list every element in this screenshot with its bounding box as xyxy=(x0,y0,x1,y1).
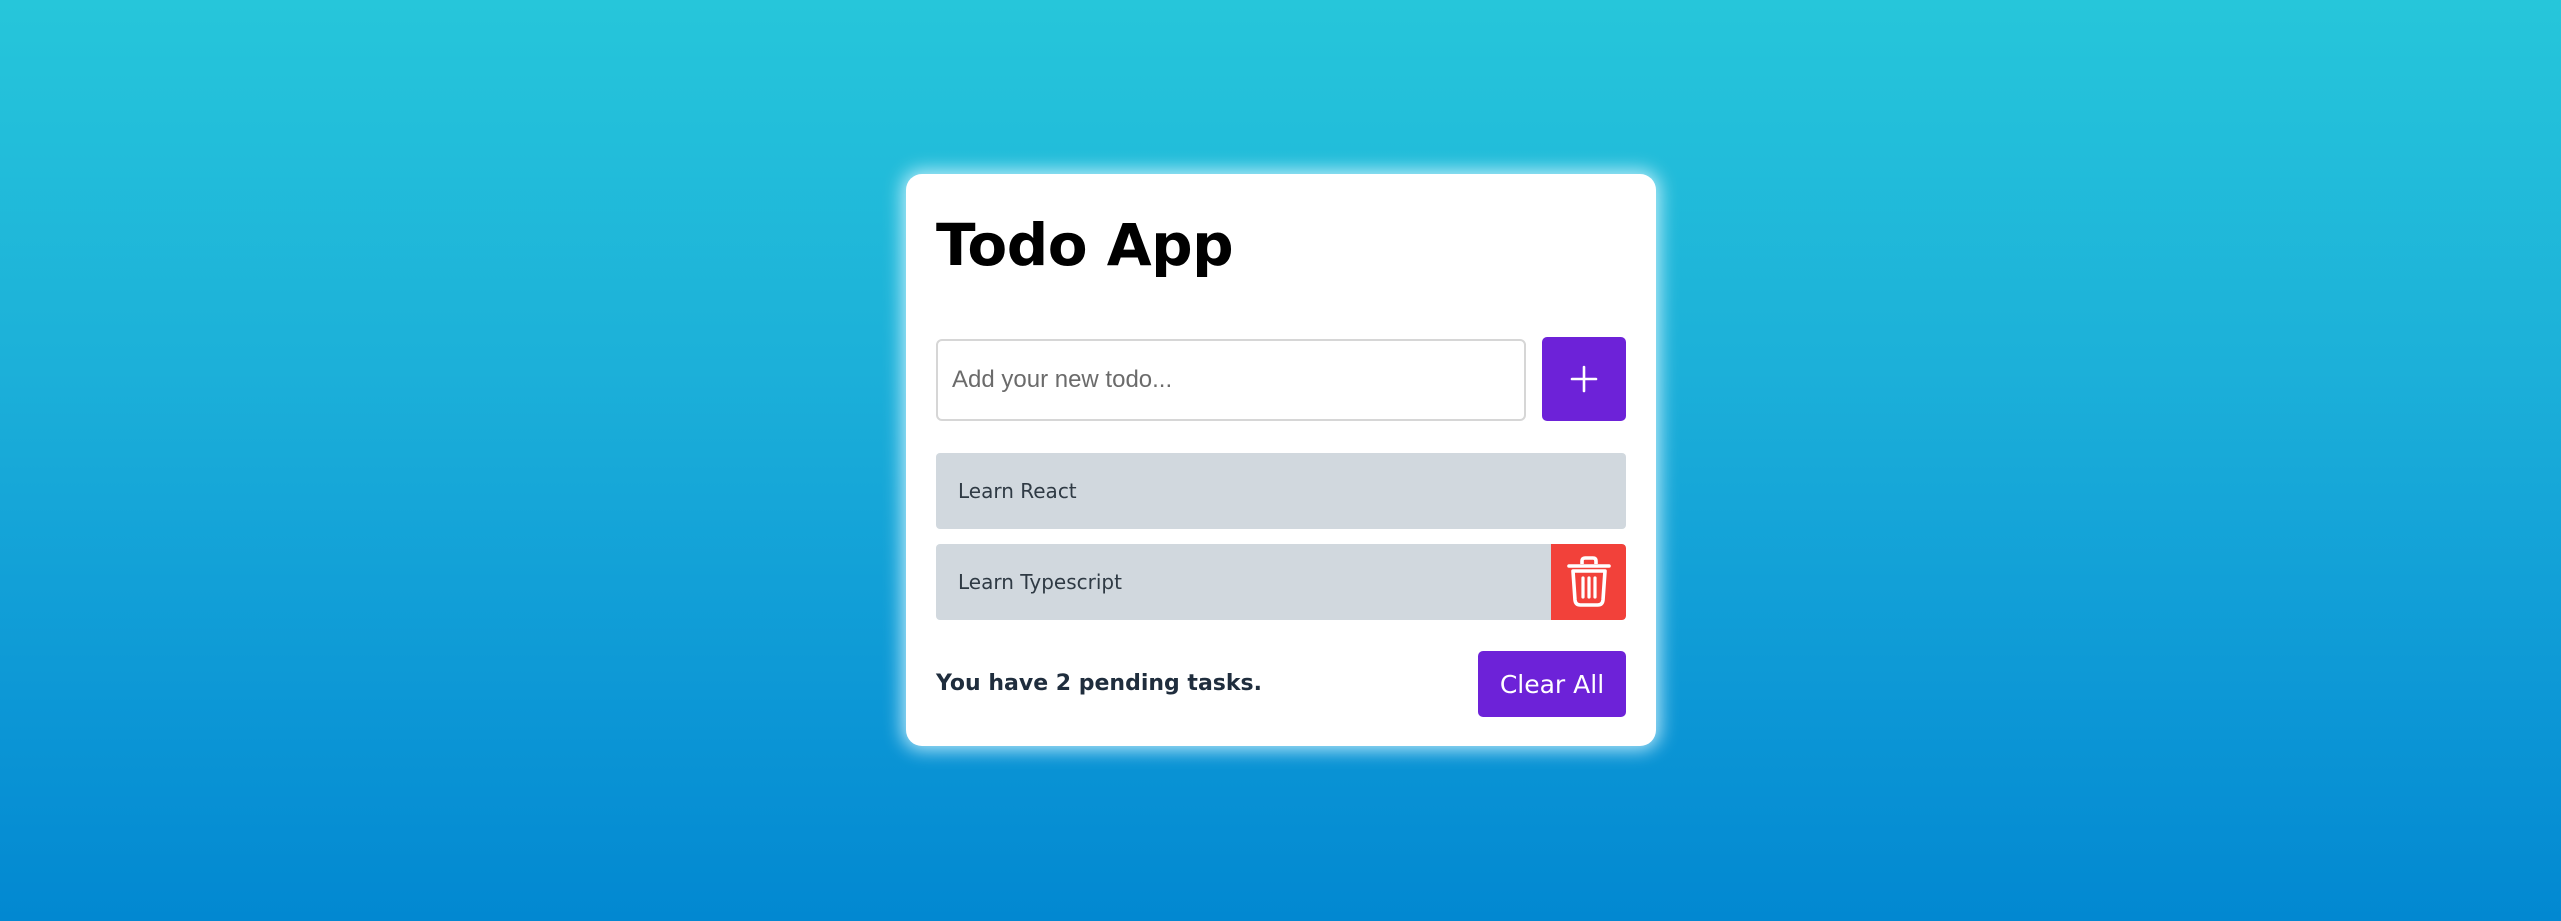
todo-list: Learn React Learn Typescript xyxy=(936,453,1626,635)
plus-icon xyxy=(1570,365,1598,393)
new-todo-input[interactable] xyxy=(936,339,1526,421)
todo-label: Learn Typescript xyxy=(958,570,1122,594)
add-todo-row xyxy=(936,337,1626,423)
add-todo-button[interactable] xyxy=(1542,337,1626,421)
clear-all-button[interactable]: Clear All xyxy=(1478,651,1626,717)
delete-todo-button[interactable] xyxy=(1551,544,1626,620)
todo-label: Learn React xyxy=(958,479,1077,503)
todo-card: Todo App Learn React Learn Typescript xyxy=(906,174,1656,746)
app-title: Todo App xyxy=(936,211,1234,279)
list-item[interactable]: Learn Typescript xyxy=(936,544,1626,620)
pending-count-text: You have 2 pending tasks. xyxy=(936,671,1262,696)
todo-footer: You have 2 pending tasks. Clear All xyxy=(936,651,1626,717)
list-item[interactable]: Learn React xyxy=(936,453,1626,529)
trash-icon xyxy=(1566,556,1611,607)
